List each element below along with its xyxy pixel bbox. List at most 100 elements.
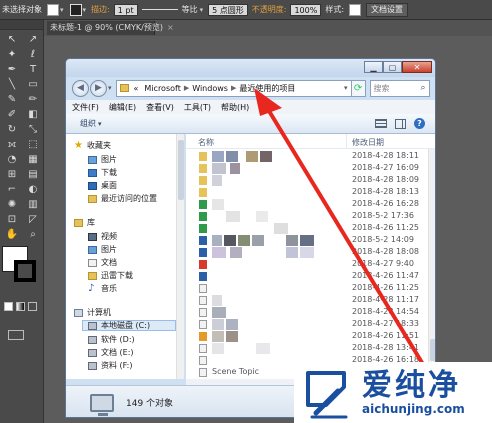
blob-brush-tool-icon[interactable]: ✐ [2, 107, 22, 121]
breadcrumb-overflow[interactable]: « [134, 84, 139, 93]
perspective-grid-tool-icon[interactable]: ▦ [23, 152, 43, 166]
scrollbar-thumb[interactable] [178, 140, 184, 200]
paintbrush-tool-icon[interactable]: ✎ [2, 92, 22, 106]
forward-arrow-icon[interactable]: ▶ [90, 79, 107, 97]
magic-wand-tool-icon[interactable]: ✦ [2, 47, 22, 61]
back-arrow-icon[interactable]: ◀ [72, 79, 89, 97]
file-row[interactable]: 2018-4-28 18:11 [186, 151, 435, 162]
nav-libraries[interactable]: 库 [74, 217, 95, 228]
zoom-tool-icon[interactable]: ⌕ [23, 227, 43, 241]
chevron-down-icon[interactable]: ▾ [98, 120, 102, 128]
blend-tool-icon[interactable]: ◐ [23, 182, 43, 196]
column-date-modified[interactable]: 修改日期 [352, 137, 384, 148]
pencil-tool-icon[interactable]: ✏ [23, 92, 43, 106]
refresh-icon[interactable]: ⟳ [351, 79, 366, 97]
menu-file[interactable]: 文件(F) [72, 102, 99, 113]
document-tab[interactable]: 未标题-1 @ 90% (CMYK/预览) × [47, 21, 174, 35]
fill-color-swatch[interactable] [47, 3, 59, 16]
file-row[interactable]: 2018-4-26 11:47 [186, 271, 435, 282]
breadcrumb-windows[interactable]: Windows [192, 84, 228, 93]
stroke-weight-field[interactable]: 1 pt [113, 3, 138, 16]
file-row[interactable]: 2018-4-26 11:51 [186, 331, 435, 342]
lasso-tool-icon[interactable]: ℓ [23, 47, 43, 61]
opacity-field[interactable]: 100% [290, 3, 322, 16]
document-settings-button[interactable]: 文档设置 [366, 2, 409, 17]
nav-item-music[interactable]: ♪ 音乐 [88, 283, 117, 294]
file-row[interactable]: 2018-4-28 14:54 [186, 307, 435, 318]
address-bar[interactable]: « Microsoft ▶ Windows ▶ 最近使用的项目 ▾ [115, 79, 352, 97]
stroke-profile-dropdown[interactable]: 等比 [180, 4, 200, 15]
scale-tool-icon[interactable]: ⤡ [23, 122, 43, 136]
nav-item-drive-d[interactable]: 软件 (D:) [88, 334, 135, 345]
menu-edit[interactable]: 编辑(E) [109, 102, 136, 113]
file-row[interactable]: 2018-4-27 18:33 [186, 319, 435, 330]
file-row[interactable]: 2018-4-28 18:13 [186, 187, 435, 198]
file-list-scrollbar[interactable] [428, 149, 435, 379]
file-row[interactable]: 2018-4-27 16:09 [186, 163, 435, 174]
chevron-down-icon[interactable]: ▾ [83, 6, 87, 14]
menu-view[interactable]: 查看(V) [146, 102, 174, 113]
nav-item-drive-c[interactable]: 本地磁盘 (C:) [82, 320, 176, 331]
view-options-icon[interactable] [375, 119, 387, 128]
line-tool-icon[interactable]: ╲ [2, 77, 22, 91]
slice-tool-icon[interactable]: ◸ [23, 212, 43, 226]
file-row[interactable]: 2018-4-28 13:41 [186, 343, 435, 354]
breadcrumb-separator-icon[interactable]: ▶ [231, 84, 236, 92]
column-name[interactable]: 名称 [198, 137, 214, 148]
screen-mode-icon[interactable] [8, 330, 24, 340]
menu-help[interactable]: 帮助(H) [221, 102, 249, 113]
help-icon[interactable]: ? [414, 118, 425, 129]
rotate-tool-icon[interactable]: ↻ [2, 122, 22, 136]
column-graph-tool-icon[interactable]: ▥ [23, 197, 43, 211]
file-row[interactable]: 2018-4-26 11:25 [186, 283, 435, 294]
column-divider[interactable] [346, 134, 347, 149]
opacity-label[interactable]: 不透明度: [250, 4, 289, 15]
stroke-color-swatch[interactable] [69, 3, 82, 16]
menu-tools[interactable]: 工具(T) [184, 102, 211, 113]
mesh-tool-icon[interactable]: ⊞ [2, 167, 22, 181]
file-row[interactable]: 2018-5-2 14:09 [186, 235, 435, 246]
breadcrumb-separator-icon[interactable]: ▶ [184, 84, 189, 92]
file-row[interactable]: 2018-4-27 9:40 [186, 259, 435, 270]
minimize-icon[interactable]: ▁ [364, 61, 383, 73]
file-row[interactable]: 2018-4-26 11:25 [186, 223, 435, 234]
nav-item-videos[interactable]: 视频 [88, 231, 117, 242]
close-icon[interactable]: ✕ [402, 61, 432, 73]
gradient-tool-icon[interactable]: ▤ [23, 167, 43, 181]
type-tool-icon[interactable]: T [23, 62, 43, 76]
nav-item-downloads[interactable]: 下载 [88, 167, 117, 178]
file-row[interactable]: 2018-4-28 11:17 [186, 295, 435, 306]
none-mode-icon[interactable] [28, 302, 37, 311]
gradient-mode-icon[interactable] [16, 302, 25, 311]
eyedropper-tool-icon[interactable]: ⌐ [2, 182, 22, 196]
symbol-sprayer-tool-icon[interactable]: ✺ [2, 197, 22, 211]
nav-item-desktop[interactable]: 桌面 [88, 180, 117, 191]
stroke-swatch[interactable] [14, 260, 36, 282]
nav-item-documents[interactable]: 文档 [88, 257, 117, 268]
hand-tool-icon[interactable]: ✋ [2, 227, 22, 241]
nav-item-thunder-downloads[interactable]: 迅雷下载 [88, 270, 133, 281]
free-transform-tool-icon[interactable]: ⬚ [23, 137, 43, 151]
organize-button[interactable]: 组织 [80, 118, 96, 129]
panel-grip[interactable] [0, 20, 43, 30]
nav-item-recent-places[interactable]: 最近访问的位置 [88, 193, 157, 204]
eraser-tool-icon[interactable]: ◧ [23, 107, 43, 121]
preview-pane-icon[interactable] [395, 118, 406, 129]
search-icon[interactable]: ⌕ [420, 83, 425, 93]
nav-favorites[interactable]: ★ 收藏夹 [74, 140, 111, 151]
close-icon[interactable]: × [167, 23, 174, 32]
nav-item-pictures[interactable]: 图片 [88, 154, 117, 165]
file-row[interactable]: 2018-4-28 18:08 [186, 247, 435, 258]
chevron-down-icon[interactable]: ▾ [60, 6, 64, 14]
shape-builder-tool-icon[interactable]: ◔ [2, 152, 22, 166]
rectangle-tool-icon[interactable]: ▭ [23, 77, 43, 91]
brush-definition-dropdown[interactable]: 5 点圆形 [208, 3, 248, 16]
nav-computer[interactable]: 计算机 [74, 307, 111, 318]
color-mode-icon[interactable] [4, 302, 13, 311]
maximize-icon[interactable]: ▢ [383, 61, 402, 73]
width-tool-icon[interactable]: ⟗ [2, 137, 22, 151]
breadcrumb-microsoft[interactable]: Microsoft [144, 84, 180, 93]
pen-tool-icon[interactable]: ✒ [2, 62, 22, 76]
chevron-down-icon[interactable]: ▾ [344, 84, 348, 92]
direct-selection-tool-icon[interactable]: ↗ [23, 32, 43, 46]
